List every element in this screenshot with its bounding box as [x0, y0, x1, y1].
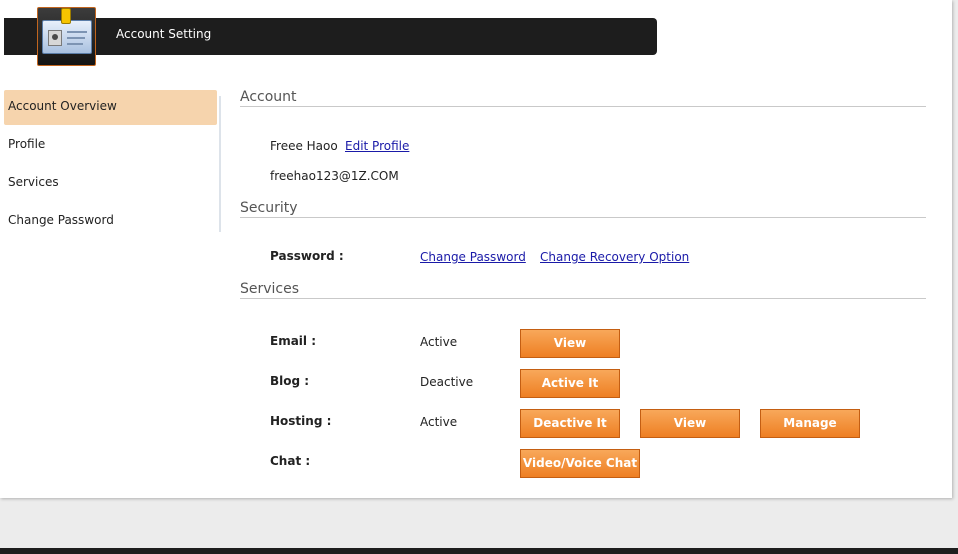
video-voice-chat-button[interactable]: Video/Voice Chat — [520, 449, 640, 478]
sidebar-item-account-overview[interactable]: Account Overview — [4, 90, 217, 125]
user-email: freehao123@1Z.COM — [270, 169, 399, 183]
security-divider — [240, 217, 926, 218]
hosting-service-status: Active — [420, 415, 458, 429]
sidebar-item-change-password[interactable]: Change Password — [4, 204, 217, 239]
services-divider — [240, 298, 926, 299]
page-title: Account Setting — [116, 27, 212, 41]
hosting-service-label: Hosting : — [270, 414, 332, 428]
change-recovery-option-link[interactable]: Change Recovery Option — [540, 250, 689, 264]
hosting-manage-button[interactable]: Manage — [760, 409, 860, 438]
account-divider — [240, 106, 926, 107]
sidebar-item-profile[interactable]: Profile — [4, 128, 217, 163]
services-section-title: Services — [240, 281, 300, 297]
clip-icon — [61, 8, 71, 24]
hosting-view-button[interactable]: View — [640, 409, 740, 438]
account-section-title: Account — [240, 89, 297, 105]
id-card-icon — [37, 7, 96, 66]
sidebar: Account Overview Profile Services Change… — [4, 90, 217, 242]
chat-service-label: Chat : — [270, 454, 311, 468]
security-section-title: Security — [240, 200, 298, 216]
sidebar-item-services[interactable]: Services — [4, 166, 217, 201]
blog-activate-button[interactable]: Active It — [520, 369, 620, 398]
user-name: Freee Haoo — [270, 139, 338, 153]
header-bar — [4, 18, 657, 55]
edit-profile-link[interactable]: Edit Profile — [345, 139, 409, 153]
sidebar-divider — [219, 96, 221, 232]
email-view-button[interactable]: View — [520, 329, 620, 358]
blog-service-label: Blog : — [270, 374, 310, 388]
password-label: Password : — [270, 249, 344, 263]
change-password-link[interactable]: Change Password — [420, 250, 526, 264]
blog-service-status: Deactive — [420, 375, 474, 389]
id-card-graphic — [42, 20, 92, 54]
email-service-status: Active — [420, 335, 458, 349]
hosting-deactivate-button[interactable]: Deactive It — [520, 409, 620, 438]
bottom-bar — [0, 548, 958, 554]
email-service-label: Email : — [270, 334, 317, 348]
